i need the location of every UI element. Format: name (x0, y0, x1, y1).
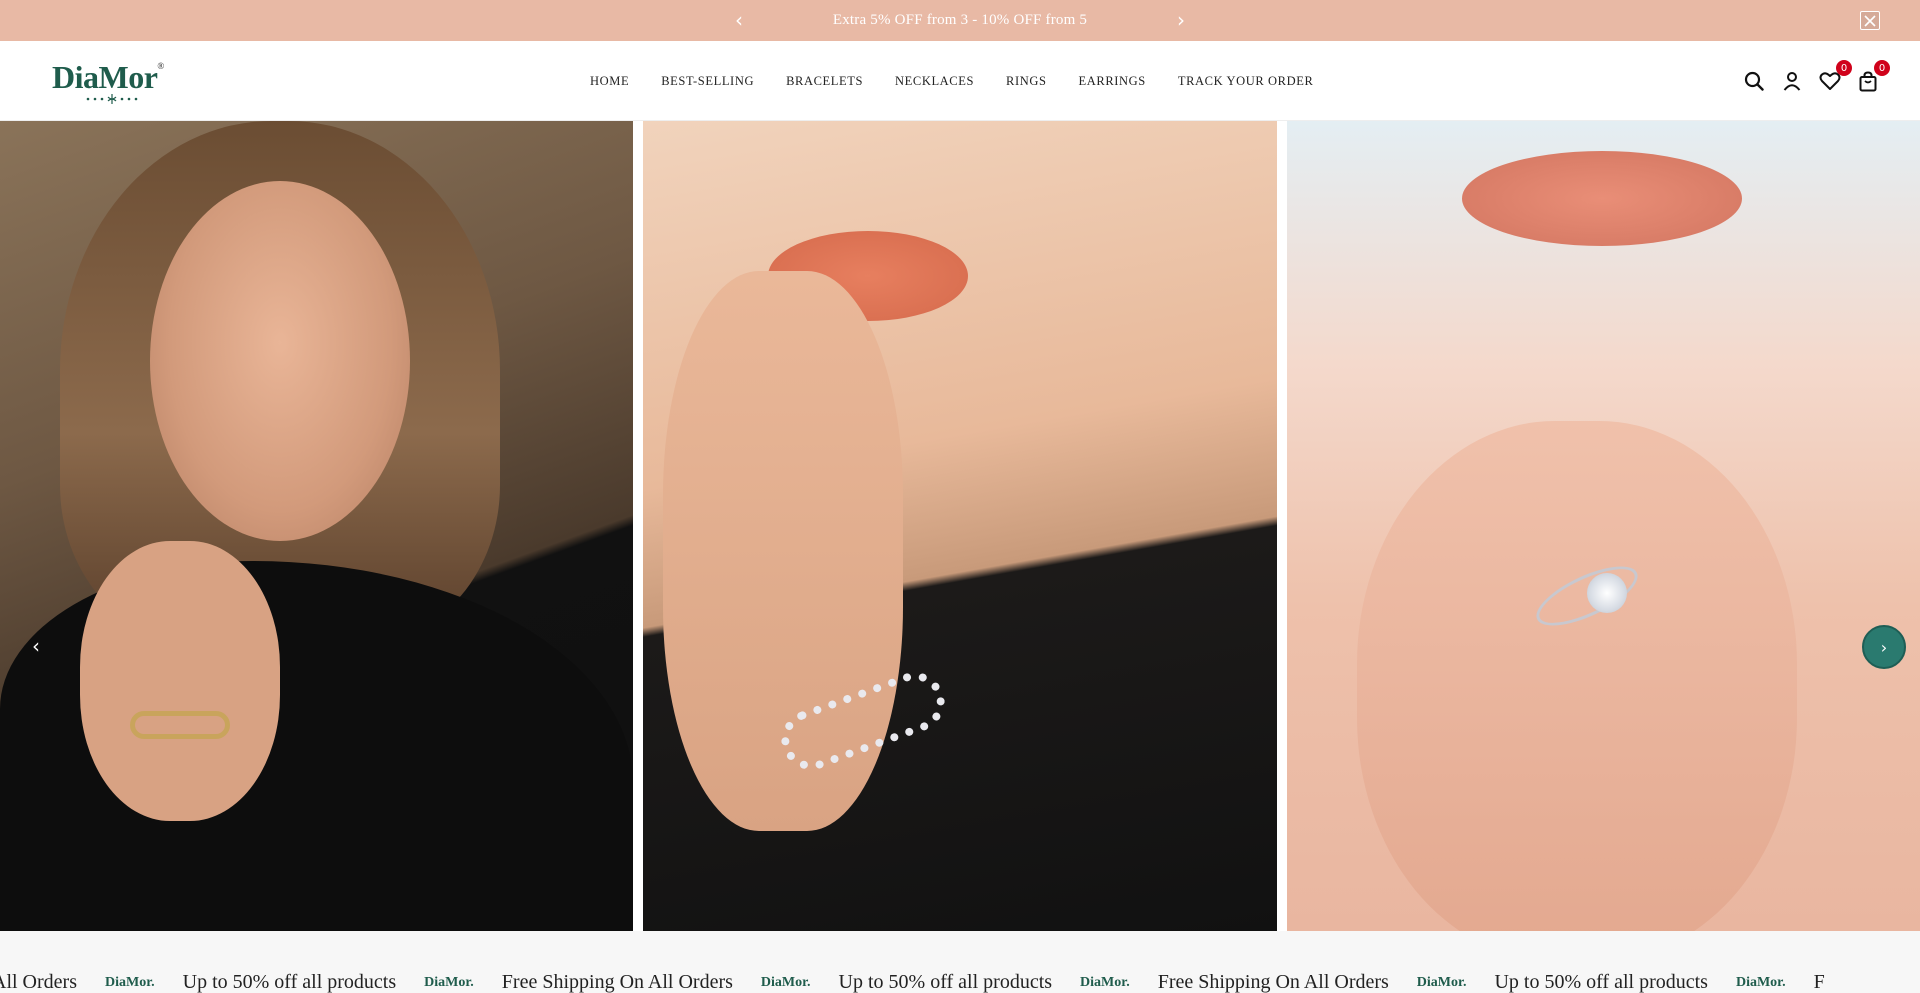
logo-text: DiaMor (52, 59, 158, 95)
marquee-text: Free Shipping On All Orders (1157, 971, 1389, 993)
nav-rings[interactable]: RINGS (1006, 74, 1047, 89)
announcement-next-button[interactable]: › (1171, 10, 1191, 30)
main-nav: HOME BEST-SELLING BRACELETS NECKLACES RI… (590, 41, 1313, 121)
cart-button[interactable]: 0 (1856, 60, 1890, 93)
slide-image-face (150, 181, 410, 541)
announcement-prev-button[interactable]: ‹ (729, 10, 749, 30)
wishlist-count-badge: 0 (1836, 60, 1852, 76)
nav-home[interactable]: HOME (590, 74, 629, 89)
chevron-right-icon: › (1880, 637, 1888, 657)
user-icon (1783, 72, 1801, 91)
marquee-text: All Orders (0, 971, 77, 993)
logo[interactable]: DiaMor® (52, 61, 177, 107)
marquee-track: All Orders DiaMor. Up to 50% off all produ… (0, 971, 1853, 993)
marquee-text: F (1813, 971, 1825, 993)
promo-marquee: All Orders DiaMor. Up to 50% off all produ… (0, 931, 1920, 993)
heart-icon (1819, 72, 1841, 90)
slide-image-hand (1357, 421, 1797, 931)
logo-mark: ® (157, 61, 165, 71)
nav-earrings[interactable]: EARRINGS (1079, 74, 1146, 89)
site-header: DiaMor® HOME BEST-SELLING BRACELETS NECK… (0, 41, 1920, 121)
account-button[interactable] (1780, 69, 1804, 93)
announcement-message: Extra 5% OFF from 3 - 10% OFF from 5 (832, 12, 1088, 28)
slide-image-gold-bracelet (130, 711, 230, 739)
hero-slide-bracelet-model[interactable] (0, 121, 633, 931)
slide-image-lips (1462, 151, 1742, 246)
hero-next-button[interactable]: › (1862, 625, 1906, 669)
marquee-logo: DiaMor. (424, 974, 474, 990)
announcement-bar: ‹ Extra 5% OFF from 3 - 10% OFF from 5 › (0, 0, 1920, 41)
cart-count-badge: 0 (1874, 60, 1890, 76)
logo-ornament-icon (86, 94, 138, 104)
search-button[interactable] (1742, 69, 1766, 93)
slide-image-diamond (1587, 573, 1627, 613)
announcement-close-button[interactable] (1860, 11, 1880, 30)
hero-carousel: ‹ › (0, 121, 1920, 931)
search-icon (1744, 71, 1764, 91)
marquee-text: Up to 50% off all products (182, 971, 397, 993)
hero-slide-tennis-bracelet[interactable] (643, 121, 1277, 931)
marquee-logo: DiaMor. (1735, 974, 1786, 990)
close-icon (1864, 14, 1876, 27)
shopping-bag-icon (1859, 70, 1877, 91)
nav-necklaces[interactable]: NECKLACES (895, 74, 974, 89)
slide-image-hand (80, 541, 280, 821)
marquee-logo: DiaMor. (1416, 974, 1467, 990)
nav-best-selling[interactable]: BEST-SELLING (661, 74, 754, 89)
nav-bracelets[interactable]: BRACELETS (786, 74, 863, 89)
nav-track-order[interactable]: TRACK YOUR ORDER (1178, 74, 1314, 89)
marquee-text: Up to 50% off all products (1494, 971, 1708, 993)
chevron-left-icon: ‹ (32, 634, 40, 658)
marquee-text: Free Shipping On All Orders (501, 971, 733, 993)
hero-slide-ring[interactable] (1287, 121, 1920, 931)
marquee-logo: DiaMor. (760, 974, 811, 990)
marquee-text: Up to 50% off all products (838, 971, 1053, 993)
wishlist-button[interactable]: 0 (1818, 60, 1852, 93)
hero-prev-button[interactable]: ‹ (16, 625, 56, 667)
marquee-logo: DiaMor. (1080, 974, 1130, 990)
marquee-logo: DiaMor. (104, 974, 155, 990)
header-icons: 0 0 (1742, 60, 1890, 93)
